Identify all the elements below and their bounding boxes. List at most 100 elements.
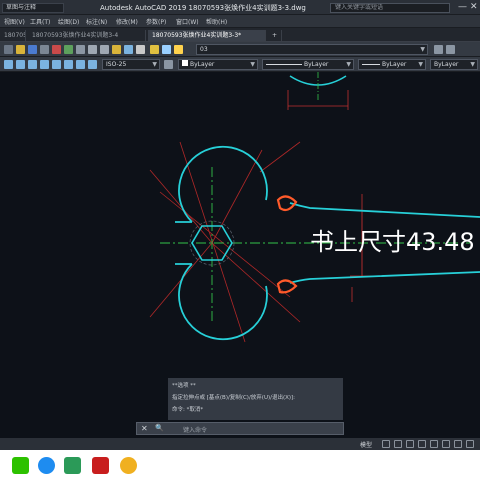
title-bar: 草图与注释 Autodesk AutoCAD 2019 18070593张焕作业… (0, 0, 480, 15)
menu-icon[interactable] (466, 440, 474, 448)
paste-icon[interactable] (76, 45, 85, 54)
chevron-down-icon: ▼ (470, 61, 475, 68)
layer-bulb-icon[interactable] (150, 45, 159, 54)
save-icon[interactable] (28, 45, 37, 54)
linetype-dropdown[interactable]: ByLayer ▼ (262, 59, 354, 70)
model-tab[interactable]: 模型 (360, 440, 372, 449)
media-icon[interactable] (64, 457, 81, 474)
construction-ray (259, 141, 301, 173)
dim-leader-icon[interactable] (88, 60, 97, 69)
lineweight-dropdown[interactable]: ByLayer ▼ (358, 59, 426, 70)
cut-icon[interactable] (52, 45, 61, 54)
command-history-line: 指定拉伸点或 [基点(B)/复制(C)/放弃(U)/退出(X)]: (172, 395, 296, 401)
status-bar: 模型 (0, 438, 480, 450)
dim-continue-icon[interactable] (76, 60, 85, 69)
document-tabs: 18070593张焕作业4实训题3-4 18070593张焕作业4实训题3-4 … (0, 28, 480, 42)
layer-name: 03 (200, 46, 208, 53)
ortho-icon[interactable] (406, 440, 414, 448)
dim-arc-icon[interactable] (28, 60, 37, 69)
workspace-icon[interactable] (454, 440, 462, 448)
tab-doc-2[interactable]: 18070593张焕作业4实训题3-4 (28, 30, 146, 41)
new-tab-button[interactable]: + (268, 30, 282, 41)
menu-dimension[interactable]: 标注(N) (86, 17, 107, 26)
properties-icon[interactable] (136, 45, 145, 54)
app-title: Autodesk AutoCAD 2019 18070593张焕作业4实训题3-… (100, 4, 306, 12)
snap-icon[interactable] (394, 440, 402, 448)
command-history-line: **选项 ** (172, 383, 196, 389)
color-name: ByLayer (190, 61, 215, 68)
wrench-head-arc-upper (178, 145, 268, 223)
zoom-icon[interactable] (124, 45, 133, 54)
chevron-down-icon: ▼ (250, 61, 255, 68)
command-line[interactable]: ✕ 🔍 键入命令 (136, 422, 344, 435)
layer-lock-icon[interactable] (174, 45, 183, 54)
chevron-down-icon: ▼ (152, 61, 157, 68)
menu-view[interactable]: 视图(V) (4, 17, 25, 26)
menu-parametric[interactable]: 参数(P) (146, 17, 166, 26)
dim-baseline-icon[interactable] (64, 60, 73, 69)
grid-icon[interactable] (382, 440, 390, 448)
menu-modify[interactable]: 修改(M) (116, 17, 138, 26)
chevron-down-icon: ▼ (418, 61, 423, 68)
lineweight-preview (362, 64, 380, 65)
color-swatch (182, 60, 188, 66)
pan-icon[interactable] (112, 45, 121, 54)
layer-state-icon[interactable] (434, 45, 443, 54)
plotstyle-name: ByLayer (434, 61, 459, 68)
linetype-preview (266, 64, 302, 65)
copy-icon[interactable] (64, 45, 73, 54)
layer-sun-icon[interactable] (162, 45, 171, 54)
plotstyle-dropdown[interactable]: ByLayer ▼ (430, 59, 478, 70)
close-button[interactable]: ✕ (470, 2, 478, 12)
dimstyle-name: ISO-25 (106, 61, 127, 68)
menu-help[interactable]: 帮助(H) (206, 17, 227, 26)
search-icon[interactable]: 🔍 (155, 424, 164, 432)
layer-dropdown[interactable]: 03 ▼ (196, 44, 428, 55)
construction-ray (179, 141, 246, 343)
autocad-icon[interactable] (92, 457, 109, 474)
command-history-line: 命令: *取消* (172, 407, 204, 413)
new-icon[interactable] (4, 45, 13, 54)
chevron-down-icon: ▼ (346, 61, 351, 68)
wechat-icon[interactable] (12, 457, 29, 474)
dimstyle-dropdown[interactable]: ISO-25 ▼ (102, 59, 160, 70)
construction-lines (149, 141, 301, 343)
command-history: **选项 ** 指定拉伸点或 [基点(B)/复制(C)/放弃(U)/退出(X)]… (168, 378, 343, 420)
annotation-icon[interactable] (442, 440, 450, 448)
search-input[interactable]: 键入关键字或短语 (330, 3, 450, 13)
print-icon[interactable] (40, 45, 49, 54)
dim-angle-icon[interactable] (52, 60, 61, 69)
lineweight-name: ByLayer (382, 61, 407, 68)
toolbar-properties: ISO-25 ▼ ByLayer ▼ ByLayer ▼ ByLayer ▼ B… (0, 57, 480, 72)
layer-match-icon[interactable] (446, 45, 455, 54)
minimize-button[interactable]: — (458, 2, 467, 12)
close-icon[interactable]: ✕ (141, 424, 148, 433)
dim-radius-icon[interactable] (40, 60, 49, 69)
tab-doc-1[interactable]: 18070593张焕作业4实训题3-4 (0, 30, 26, 41)
linetype-name: ByLayer (304, 61, 329, 68)
osnap-icon[interactable] (430, 440, 438, 448)
workspace-selector[interactable]: 草图与注释 (2, 3, 64, 13)
handle-top-edge (289, 202, 480, 218)
qq-browser-icon[interactable] (38, 457, 55, 474)
construction-ray (211, 149, 263, 244)
color-dropdown[interactable]: ByLayer ▼ (178, 59, 258, 70)
menu-tools[interactable]: 工具(T) (30, 17, 50, 26)
menu-window[interactable]: 窗口(W) (176, 17, 199, 26)
chevron-down-icon: ▼ (420, 46, 425, 53)
polar-icon[interactable] (418, 440, 426, 448)
os-taskbar (0, 450, 480, 480)
menu-draw[interactable]: 绘图(D) (58, 17, 79, 26)
toolbar-top: 03 ▼ (0, 42, 480, 57)
redo-icon[interactable] (100, 45, 109, 54)
ie-icon[interactable] (120, 457, 137, 474)
open-icon[interactable] (16, 45, 25, 54)
dim-aligned-icon[interactable] (16, 60, 25, 69)
fillet-highlight-bottom (276, 279, 298, 294)
menu-bar: 视图(V) 工具(T) 绘图(D) 标注(N) 修改(M) 参数(P) 窗口(W… (0, 15, 480, 28)
command-input[interactable]: 键入命令 (183, 425, 207, 434)
tab-doc-active[interactable]: 18070593张焕作业4实训题3-3* (148, 30, 266, 41)
dimstyle-manager-icon[interactable] (164, 60, 173, 69)
dim-linear-icon[interactable] (4, 60, 13, 69)
undo-icon[interactable] (88, 45, 97, 54)
